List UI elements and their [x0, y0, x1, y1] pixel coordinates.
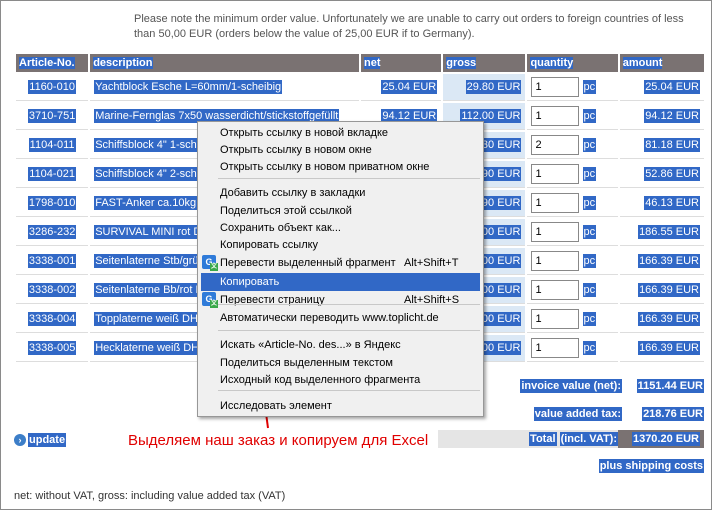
menu-shortcut: Alt+Shift+S [404, 294, 460, 306]
context-menu-item[interactable]: Поделиться этой ссылкой [198, 202, 483, 220]
context-menu-item[interactable]: Поделиться выделенным текстом [198, 354, 483, 372]
context-menu-item[interactable]: Открыть ссылку в новом приватном окне [198, 158, 483, 176]
menu-separator [218, 390, 480, 391]
menu-item-label: Перевести выделенный фрагмент [220, 257, 396, 269]
menu-item-label: Автоматически переводить www.toplicht.de [220, 312, 439, 324]
context-menu-item[interactable]: Открыть ссылку в новом окне [198, 141, 483, 159]
menu-item-label: Исходный код выделенного фрагмента [220, 374, 421, 386]
google-translate-icon: G文 [202, 292, 218, 308]
menu-item-label: Исследовать элемент [220, 400, 332, 412]
context-menu-item[interactable]: Копировать ссылку [198, 236, 483, 254]
menu-item-label: Перевести страницу [220, 294, 325, 306]
context-menu-item[interactable]: G 文 Перевести выделенный фрагмент Alt+Shift… [198, 254, 483, 272]
menu-item-label: Поделиться этой ссылкой [220, 205, 352, 217]
menu-shortcut: Alt+Shift+T [404, 257, 459, 269]
menu-separator [218, 178, 480, 179]
context-menu-item[interactable]: Открыть ссылку в новой вкладке [198, 124, 483, 142]
context-menu-item[interactable]: Копировать [201, 273, 480, 291]
context-menu-item[interactable]: Исследовать элемент [198, 397, 483, 415]
menu-item-label: Открыть ссылку в новом окне [220, 144, 372, 156]
menu-item-label: Копировать [220, 276, 280, 288]
menu-item-label: Поделиться выделенным текстом [220, 357, 393, 369]
context-menu: Открыть ссылку в новой вкладке Открыть сс… [197, 121, 484, 417]
context-menu-item[interactable]: Искать «Article-No. des...» в Яндекс [198, 336, 483, 354]
context-menu-item[interactable]: Автоматически переводить www.toplicht.de [198, 309, 483, 327]
menu-separator [218, 304, 480, 305]
menu-item-label: Открыть ссылку в новом приватном окне [220, 161, 430, 173]
menu-item-label: Сохранить объект как... [220, 222, 341, 234]
google-translate-icon: G文 [202, 255, 218, 271]
menu-separator [218, 330, 480, 331]
menu-item-label: Искать «Article-No. des...» в Яндекс [220, 339, 401, 351]
menu-item-label: Открыть ссылку в новой вкладке [220, 127, 388, 139]
context-menu-item[interactable]: G 文 Перевести страницу Alt+Shift+S [198, 291, 483, 309]
footer-note: net: without VAT, gross: including value… [14, 490, 286, 502]
context-menu-item[interactable]: Добавить ссылку в закладки [198, 184, 483, 202]
menu-item-label: Добавить ссылку в закладки [220, 187, 366, 199]
context-menu-item[interactable]: Исходный код выделенного фрагмента [198, 371, 483, 389]
menu-item-label: Копировать ссылку [220, 239, 319, 251]
context-menu-item[interactable]: Сохранить объект как... [198, 219, 483, 237]
